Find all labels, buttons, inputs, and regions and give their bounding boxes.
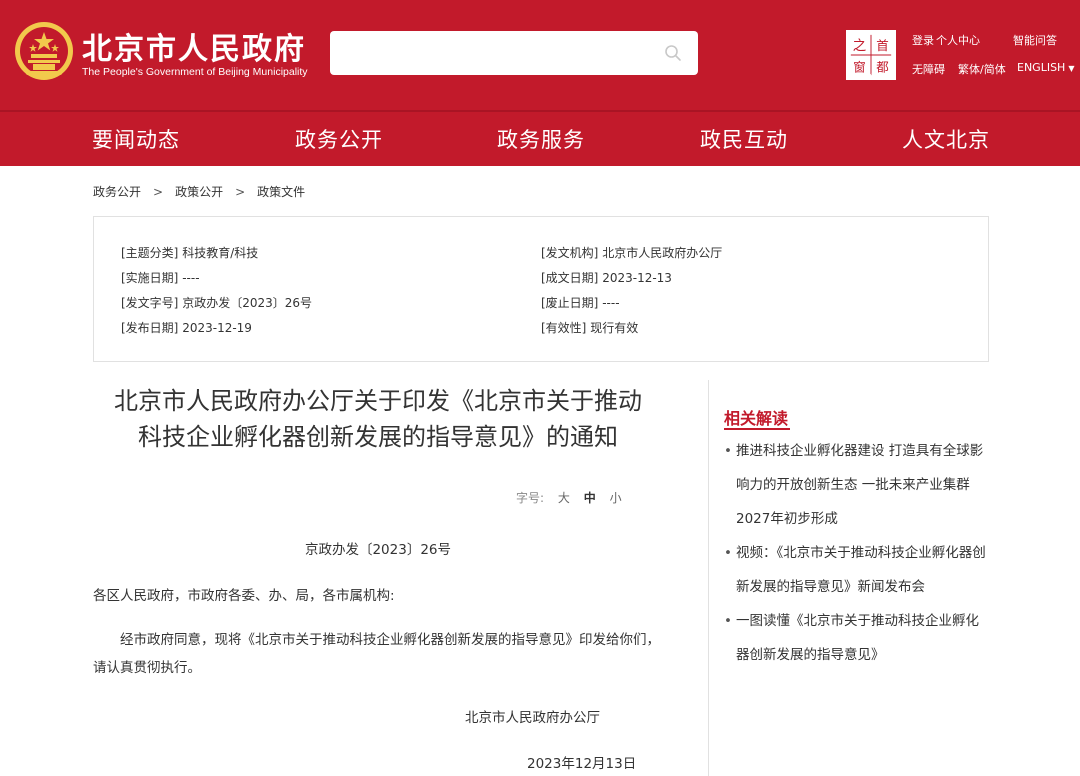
nav-item-interaction[interactable]: 政民互动 — [700, 124, 788, 154]
meta-value: ---- — [182, 271, 200, 285]
meta-expiry-date: [废止日期] ---- — [541, 294, 620, 311]
chevron-down-icon: ▼ — [1068, 64, 1075, 73]
meta-label: [发布日期] — [121, 321, 179, 335]
related-reading-title: 相关解读 — [724, 409, 789, 428]
english-link[interactable]: ENGLISH ▼ — [1017, 61, 1075, 74]
meta-value: 北京市人民政府办公厅 — [602, 246, 723, 260]
meta-validity: [有效性] 现行有效 — [541, 319, 638, 336]
meta-label: [发文字号] — [121, 296, 179, 310]
meta-label: [废止日期] — [541, 296, 599, 310]
login-link[interactable]: 登录 — [912, 32, 934, 48]
meta-written-date: [成文日期] 2023-12-13 — [541, 269, 672, 286]
meta-effective-date: [实施日期] ---- — [121, 269, 200, 286]
meta-issuer: [发文机构] 北京市人民政府办公厅 — [541, 244, 722, 261]
article-title-line: 科技企业孵化器创新发展的指导意见》的通知 — [138, 423, 618, 451]
english-label: ENGLISH — [1017, 61, 1066, 74]
portal-logo-char: 之 — [853, 38, 866, 54]
meta-value: 2023-12-13 — [602, 271, 672, 285]
meta-published-date: [发布日期] 2023-12-19 — [121, 319, 252, 336]
related-reading-item[interactable]: 一图读懂《北京市关于推动科技企业孵化器创新发展的指导意见》 — [724, 604, 988, 672]
search-icon[interactable] — [664, 44, 682, 62]
site-header: 北京市人民政府 The People's Government of Beiji… — [0, 0, 1080, 110]
meta-topic: [主题分类] 科技教育/科技 — [121, 244, 258, 261]
breadcrumb: 政务公开 > 政策公开 > 政策文件 — [93, 183, 305, 200]
breadcrumb-item[interactable]: 政策文件 — [257, 185, 305, 199]
meta-value: 2023-12-19 — [182, 321, 252, 335]
addressee: 各区人民政府，市政府各委、办、局，各市属机构: — [93, 588, 395, 604]
font-size-label: 字号: — [516, 491, 545, 505]
nav-item-gov-affairs[interactable]: 政务公开 — [295, 124, 383, 154]
breadcrumb-item[interactable]: 政务公开 — [93, 185, 141, 199]
site-title[interactable]: 北京市人民政府 — [82, 24, 306, 68]
signature-date: 2023年12月13日 — [527, 756, 637, 772]
nav-item-services[interactable]: 政务服务 — [497, 124, 585, 154]
smart-qa-link[interactable]: 智能问答 — [1013, 32, 1057, 48]
nav-item-news[interactable]: 要闻动态 — [92, 124, 180, 154]
font-size-small-button[interactable]: 小 — [610, 491, 622, 505]
article-title: 北京市人民政府办公厅关于印发《北京市关于推动 科技企业孵化器创新发展的指导意见》… — [93, 383, 663, 455]
personal-center-link[interactable]: 个人中心 — [936, 32, 980, 48]
document-meta-box: [主题分类] 科技教育/科技 [发文机构] 北京市人民政府办公厅 [实施日期] … — [93, 216, 989, 362]
body-paragraph: 经市政府同意，现将《北京市关于推动科技企业孵化器创新发展的指导意见》印发给你们，… — [93, 632, 660, 676]
related-reading-item[interactable]: 视频：《北京市关于推动科技企业孵化器创新发展的指导意见》新闻发布会 — [724, 536, 988, 604]
search-input[interactable] — [342, 41, 642, 65]
related-reading-item[interactable]: 推进科技企业孵化器建设 打造具有全球影响力的开放创新生态 一批未来产业集群202… — [724, 434, 988, 536]
sidebar-divider — [708, 380, 709, 776]
national-emblem-icon — [15, 22, 73, 80]
meta-label: [实施日期] — [121, 271, 179, 285]
portal-logo-caption: Beijing•China — [853, 73, 889, 79]
font-size-large-button[interactable]: 大 — [558, 491, 570, 505]
related-reading-list: 推进科技企业孵化器建设 打造具有全球影响力的开放创新生态 一批未来产业集群202… — [724, 434, 988, 672]
portal-logo-char: 首 — [876, 38, 888, 53]
article-title-line: 北京市人民政府办公厅关于印发《北京市关于推动 — [114, 387, 642, 415]
meta-label: [主题分类] — [121, 246, 179, 260]
meta-value: 现行有效 — [590, 321, 639, 335]
accessibility-link[interactable]: 无障碍 — [912, 61, 945, 77]
meta-value: 京政办发〔2023〕26号 — [182, 296, 313, 310]
meta-label: [有效性] — [541, 321, 587, 335]
traditional-simplified-link[interactable]: 繁体/简体 — [958, 61, 1006, 77]
breadcrumb-separator: > — [153, 185, 164, 199]
meta-value: 科技教育/科技 — [182, 246, 259, 260]
signature: 北京市人民政府办公厅 — [465, 710, 600, 726]
meta-value: ---- — [602, 296, 620, 310]
site-subtitle: The People's Government of Beijing Munic… — [82, 66, 308, 78]
meta-label: [成文日期] — [541, 271, 599, 285]
document-number: 京政办发〔2023〕26号 — [304, 542, 452, 558]
breadcrumb-separator: > — [235, 185, 246, 199]
font-size-medium-button[interactable]: 中 — [584, 491, 596, 505]
font-size-selector: 字号: 大 中 小 — [516, 489, 622, 506]
search-box — [330, 31, 698, 75]
related-reading-underline — [724, 428, 790, 430]
meta-doc-number: [发文字号] 京政办发〔2023〕26号 — [121, 294, 312, 311]
breadcrumb-item[interactable]: 政策公开 — [175, 185, 223, 199]
nav-item-culture[interactable]: 人文北京 — [902, 124, 990, 154]
meta-label: [发文机构] — [541, 246, 599, 260]
main-nav: 要闻动态 政务公开 政务服务 政民互动 人文北京 — [0, 112, 1080, 166]
